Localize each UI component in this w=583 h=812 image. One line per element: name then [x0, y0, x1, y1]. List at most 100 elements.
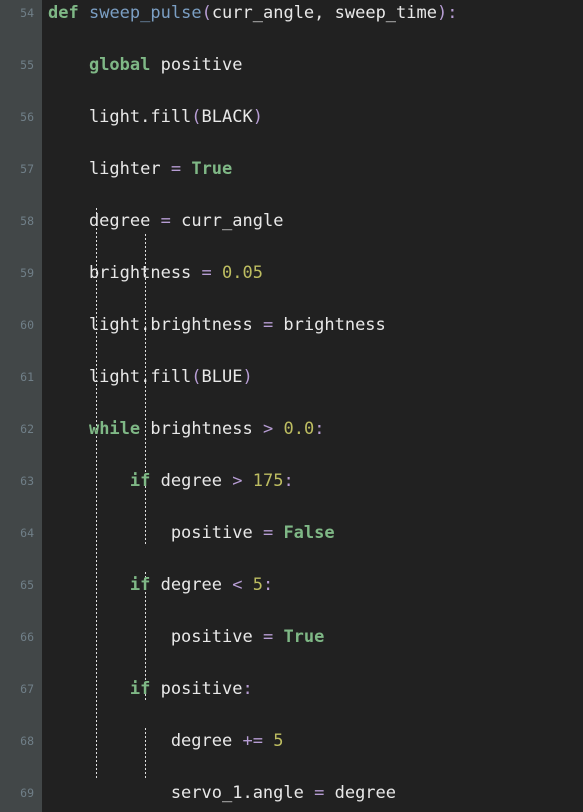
- line-number: 69: [20, 786, 34, 800]
- code-text[interactable]: def sweep_pulse(curr_angle, sweep_time):: [48, 0, 457, 26]
- line-number: 64: [20, 526, 34, 540]
- token-op: =: [160, 211, 171, 231]
- line-number: 56: [20, 110, 34, 124]
- token-kw: True: [191, 159, 233, 179]
- line-number: 62: [20, 422, 34, 436]
- token-op: :: [263, 575, 274, 595]
- code-line[interactable]: 63 if degree > 175:: [0, 468, 583, 494]
- code-line[interactable]: 57 lighter = True: [0, 156, 583, 182]
- code-line[interactable]: 64 positive = False: [0, 520, 583, 546]
- token-op: >: [232, 471, 243, 491]
- code-text[interactable]: positive = False: [48, 520, 335, 546]
- line-number: 66: [20, 630, 34, 644]
- token-pl: servo_1.angle: [48, 783, 315, 803]
- line-number: 67: [20, 682, 34, 696]
- token-op: =: [170, 159, 182, 179]
- token-num: 5: [273, 731, 284, 751]
- line-number: 68: [20, 734, 34, 748]
- code-line[interactable]: 58 degree = curr_angle: [0, 208, 583, 234]
- token-op: (: [201, 3, 212, 23]
- code-text[interactable]: degree += 5: [48, 728, 284, 754]
- line-number: 59: [20, 266, 34, 280]
- token-op: (: [191, 107, 202, 127]
- token-pl: degree: [150, 471, 233, 491]
- token-op: =: [262, 315, 274, 335]
- code-text[interactable]: lighter = True: [48, 156, 232, 182]
- token-op: :: [447, 3, 458, 23]
- token-op: ): [242, 367, 253, 387]
- code-line[interactable]: 67 if positive:: [0, 676, 583, 702]
- code-text[interactable]: light.fill(BLACK): [48, 104, 263, 130]
- code-line[interactable]: 56 light.fill(BLACK): [0, 104, 583, 130]
- code-line[interactable]: 69 servo_1.angle = degree: [0, 780, 583, 806]
- token-pl: lighter: [48, 159, 171, 179]
- token-op: :: [314, 419, 325, 439]
- code-text[interactable]: if degree < 5:: [48, 572, 273, 598]
- code-line[interactable]: 62 while brightness > 0.0:: [0, 416, 583, 442]
- token-op: =: [201, 263, 212, 283]
- code-text[interactable]: global positive: [48, 52, 243, 78]
- token-fn: sweep_pulse: [88, 3, 202, 23]
- code-text[interactable]: while brightness > 0.0:: [48, 416, 324, 442]
- code-text[interactable]: light.fill(BLUE): [48, 364, 253, 390]
- token-num: 5: [252, 575, 264, 595]
- token-pl: positive: [150, 679, 243, 699]
- token-op: >: [262, 419, 274, 439]
- token-pl: brightness: [140, 419, 263, 439]
- token-kw: def: [48, 3, 79, 23]
- token-pl: brightness: [273, 315, 386, 335]
- token-kw: True: [283, 627, 325, 647]
- token-pl: positive: [48, 627, 263, 647]
- code-line[interactable]: 65 if degree < 5:: [0, 572, 583, 598]
- token-pl: light.brightness: [48, 315, 263, 335]
- code-text[interactable]: servo_1.angle = degree: [48, 780, 396, 806]
- code-text[interactable]: light.brightness = brightness: [48, 312, 386, 338]
- code-line[interactable]: 55 global positive: [0, 52, 583, 78]
- code-line[interactable]: 61 light.fill(BLUE): [0, 364, 583, 390]
- code-line[interactable]: 59 brightness = 0.05: [0, 260, 583, 286]
- token-op: =: [314, 783, 325, 803]
- code-line[interactable]: 68 degree += 5: [0, 728, 583, 754]
- token-pl: positive: [150, 55, 243, 75]
- token-op: +=: [242, 731, 263, 751]
- code-line[interactable]: 60 light.brightness = brightness: [0, 312, 583, 338]
- code-line[interactable]: 54 def sweep_pulse(curr_angle, sweep_time…: [0, 0, 583, 26]
- line-number: 60: [20, 318, 34, 332]
- token-num: 0.0: [283, 419, 315, 439]
- token-op: (: [191, 367, 202, 387]
- code-text[interactable]: if positive:: [48, 676, 253, 702]
- code-lines[interactable]: 54 def sweep_pulse(curr_angle, sweep_time…: [0, 0, 583, 806]
- token-kw: global: [88, 55, 151, 75]
- token-kw: while: [88, 419, 141, 439]
- line-number: 57: [20, 162, 34, 176]
- token-kw: if: [129, 471, 151, 491]
- token-pl: degree: [48, 211, 161, 231]
- token-pl: light.fill: [48, 367, 192, 387]
- line-number: 65: [20, 578, 34, 592]
- token-op: =: [262, 627, 274, 647]
- code-editor[interactable]: 54 def sweep_pulse(curr_angle, sweep_time…: [0, 0, 583, 812]
- token-op: <: [232, 575, 243, 595]
- token-op: =: [262, 523, 274, 543]
- token-kw: if: [129, 575, 151, 595]
- line-number: 58: [20, 214, 34, 228]
- code-text[interactable]: positive = True: [48, 624, 325, 650]
- code-line[interactable]: 66 positive = True: [0, 624, 583, 650]
- line-number: 54: [20, 6, 34, 20]
- token-kw: False: [283, 523, 335, 543]
- code-text[interactable]: if degree > 175:: [48, 468, 294, 494]
- code-text[interactable]: degree = curr_angle: [48, 208, 284, 234]
- code-text[interactable]: brightness = 0.05: [48, 260, 263, 286]
- token-num: 0.05: [222, 263, 263, 283]
